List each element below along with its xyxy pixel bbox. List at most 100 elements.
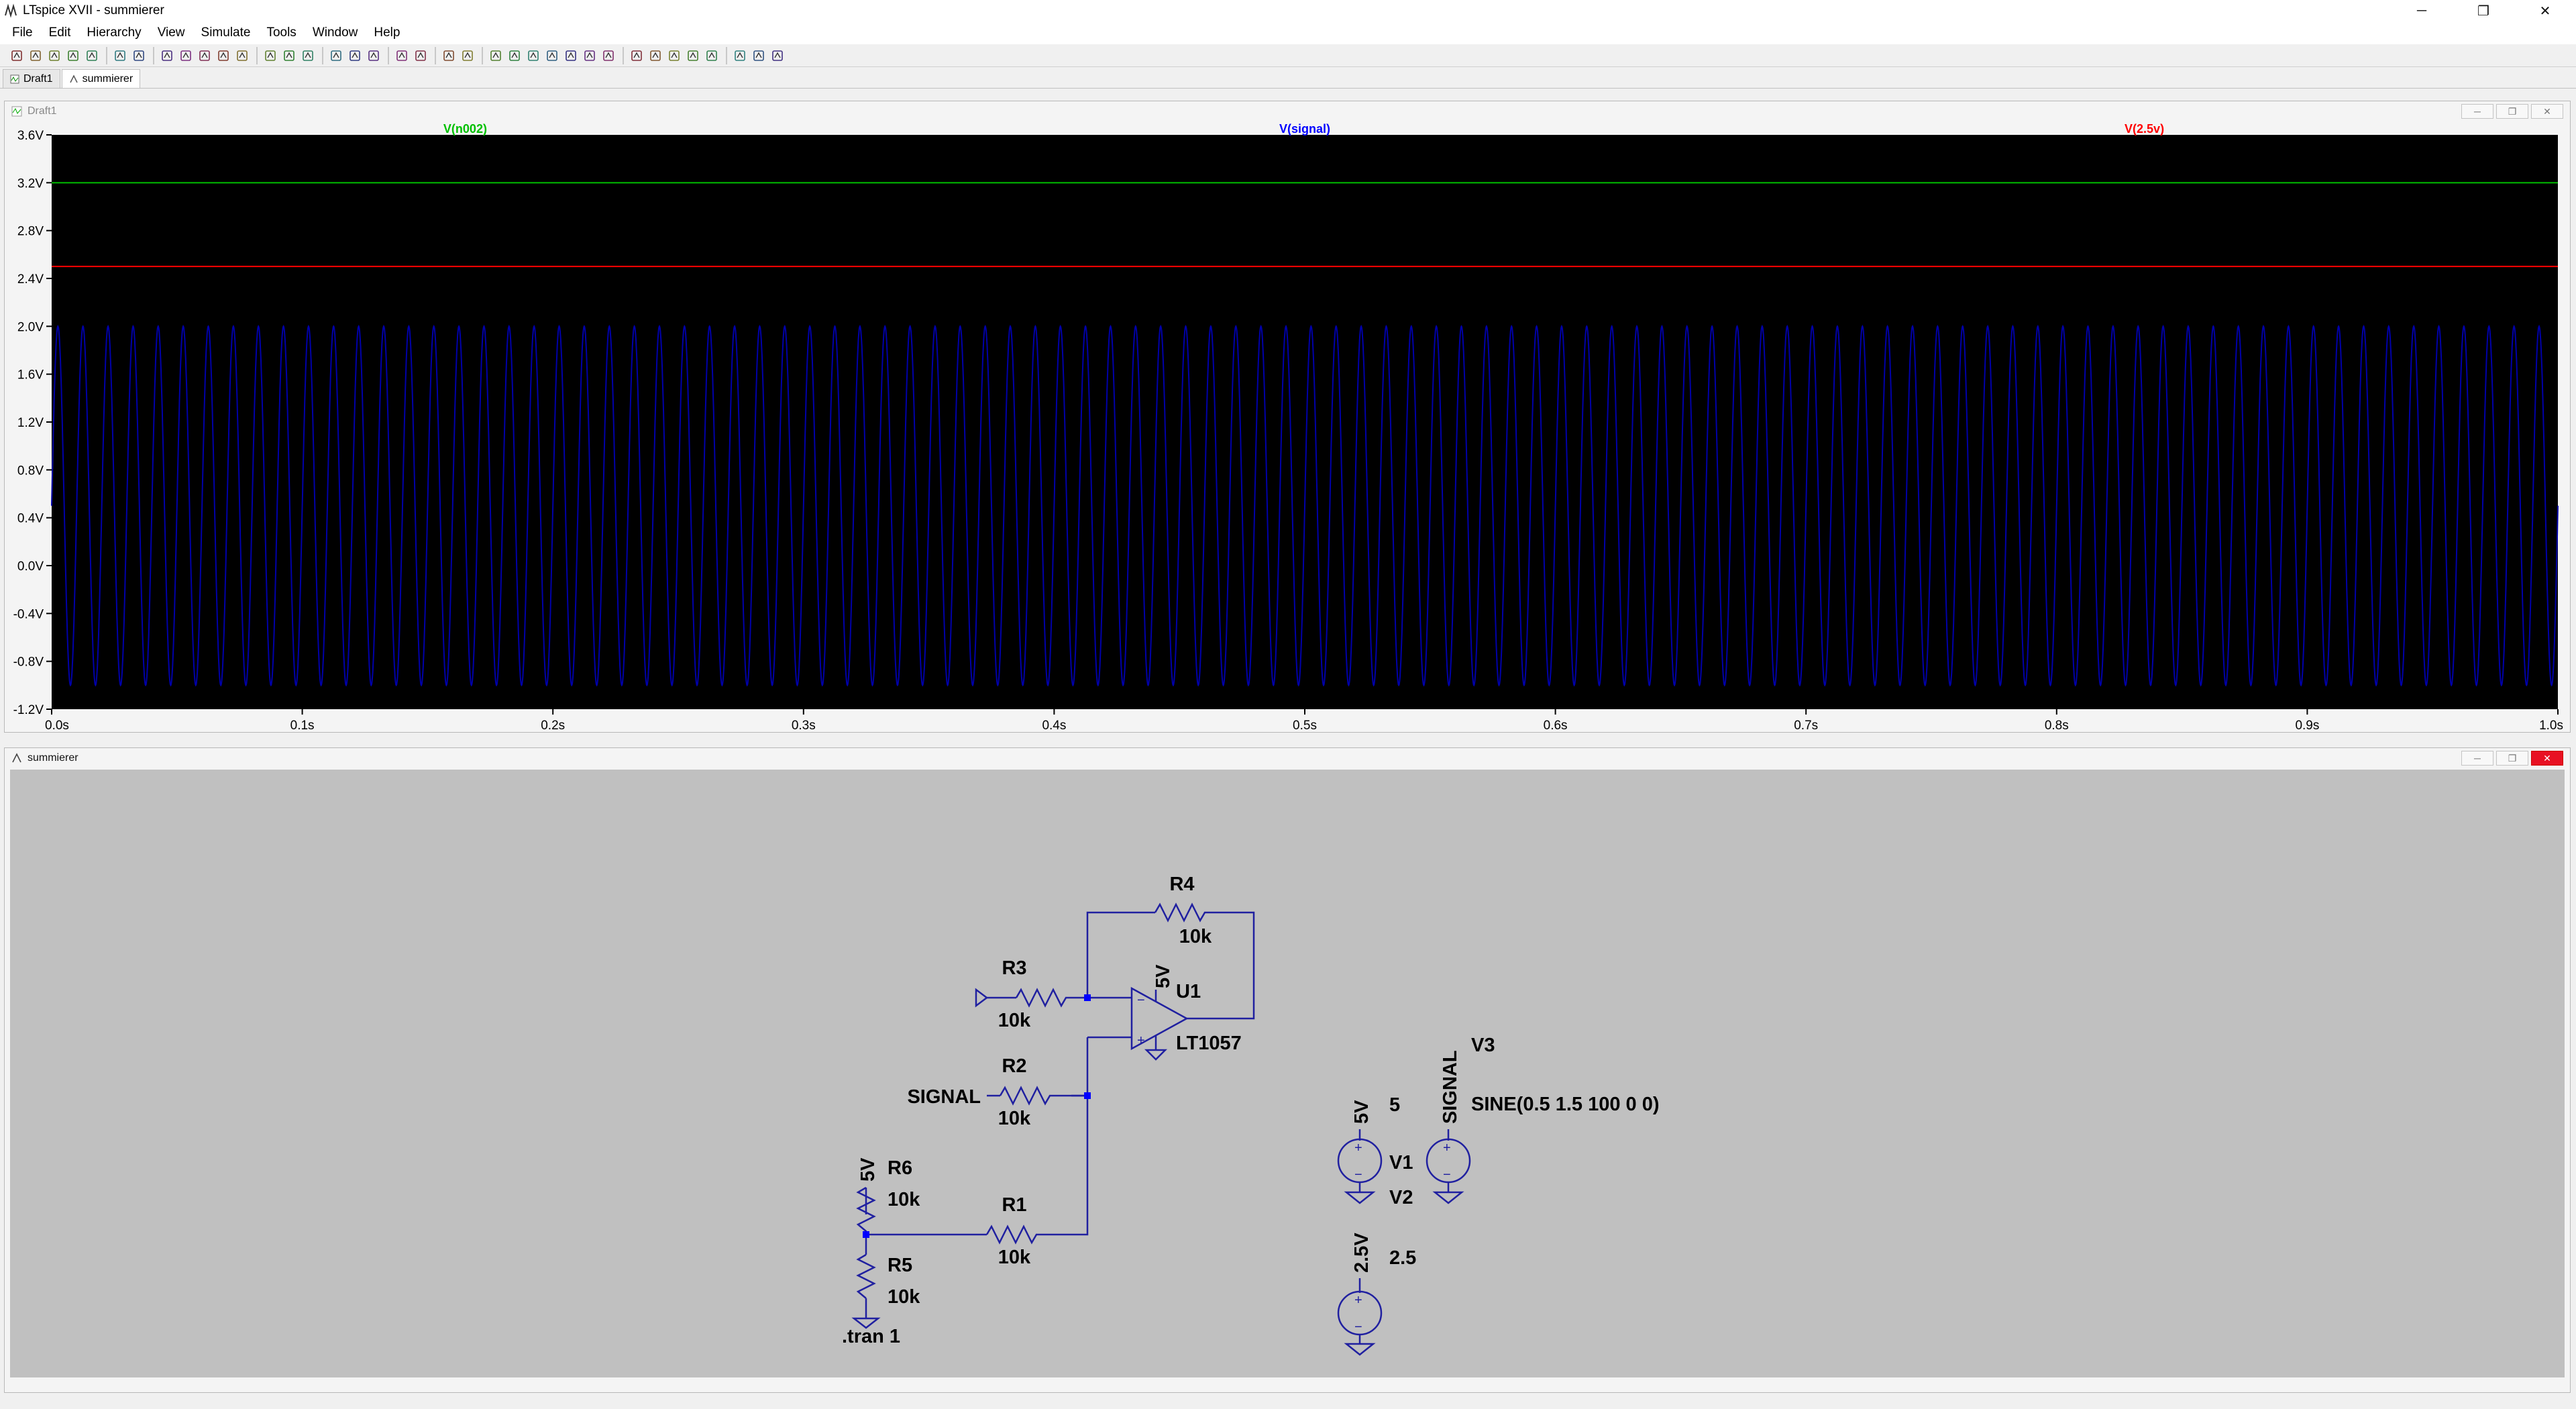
schematic-close-button[interactable]: ✕: [2531, 751, 2563, 766]
spice-directive[interactable]: .tran 1: [842, 1326, 900, 1347]
trace-label[interactable]: V(signal): [1279, 122, 1330, 136]
net-r6-supply[interactable]: 5V: [857, 1157, 879, 1182]
spice-directive-icon[interactable]: [769, 47, 786, 64]
menu-view[interactable]: View: [150, 25, 193, 40]
control-panel-icon[interactable]: [64, 47, 82, 64]
menu-file[interactable]: File: [4, 25, 41, 40]
run-icon[interactable]: [8, 47, 25, 64]
label-signal-input[interactable]: SIGNAL: [907, 1086, 981, 1108]
halt-icon[interactable]: [83, 47, 101, 64]
move-icon[interactable]: [628, 47, 645, 64]
tab-summierer[interactable]: summierer: [61, 69, 141, 88]
waveform-restore-button[interactable]: ❐: [2496, 104, 2528, 119]
schematic-background[interactable]: [10, 770, 2565, 1377]
zoom-out-icon[interactable]: [177, 47, 195, 64]
value-v3[interactable]: SINE(0.5 1.5 100 0 0): [1471, 1094, 1660, 1115]
resistor-icon[interactable]: [525, 47, 542, 64]
text-icon[interactable]: [750, 47, 767, 64]
mirror-icon[interactable]: [731, 47, 749, 64]
value-v2[interactable]: 2.5: [1389, 1247, 1416, 1269]
plot-area[interactable]: [52, 135, 2558, 709]
paste-icon[interactable]: [365, 47, 382, 64]
waveform-close-button[interactable]: ✕: [2531, 104, 2563, 119]
undo-icon[interactable]: [665, 47, 683, 64]
minimize-button[interactable]: ─: [2391, 0, 2453, 21]
menu-hierarchy[interactable]: Hierarchy: [78, 25, 149, 40]
close-button[interactable]: ✕: [2514, 0, 2576, 21]
drag-icon[interactable]: [647, 47, 664, 64]
menu-window[interactable]: Window: [305, 25, 366, 40]
restore-button[interactable]: ❐: [2453, 0, 2514, 21]
rotate-icon[interactable]: [703, 47, 720, 64]
zoom-area-icon[interactable]: [158, 47, 176, 64]
trace-label[interactable]: V(2.5v): [2125, 122, 2164, 136]
label-v1[interactable]: V1: [1389, 1152, 1413, 1173]
schematic-minimize-button[interactable]: ─: [2461, 751, 2493, 766]
trace-label[interactable]: V(n002): [443, 122, 487, 136]
y-tick-label: 1.6V: [17, 368, 44, 382]
x-tick-label: 0.5s: [1293, 719, 1317, 732]
menu-help[interactable]: Help: [366, 25, 408, 40]
menu-simulate[interactable]: Simulate: [193, 25, 259, 40]
inductor-icon[interactable]: [562, 47, 580, 64]
value-r6[interactable]: 10k: [888, 1189, 920, 1210]
save-icon[interactable]: [46, 47, 63, 64]
redo-icon[interactable]: [684, 47, 702, 64]
tab-draft1[interactable]: Draft1: [3, 69, 60, 88]
pan-icon[interactable]: [111, 47, 129, 64]
print-icon[interactable]: [412, 47, 429, 64]
diode-icon[interactable]: [581, 47, 598, 64]
waveform-minimize-button[interactable]: ─: [2461, 104, 2493, 119]
label-v2[interactable]: V2: [1389, 1187, 1413, 1208]
label-net-icon[interactable]: [506, 47, 523, 64]
zoom-in-icon[interactable]: [130, 47, 148, 64]
copy-icon[interactable]: [346, 47, 364, 64]
value-r4[interactable]: 10k: [1179, 926, 1212, 947]
net-v1[interactable]: 5V: [1351, 1100, 1373, 1124]
find-icon[interactable]: [393, 47, 411, 64]
component-icon[interactable]: [600, 47, 617, 64]
plot-settings-icon[interactable]: [233, 47, 251, 64]
schematic-canvas[interactable]: − + + − + − + − R4 10k R3 10k R2 10k SIG…: [5, 768, 2570, 1392]
x-tick-label: 0.6s: [1544, 719, 1568, 732]
label-r1[interactable]: R1: [1002, 1194, 1026, 1216]
label-r3[interactable]: R3: [1002, 957, 1026, 979]
waveform-window-titlebar[interactable]: Draft1 ─ ❐ ✕: [5, 101, 2570, 121]
print-preview-icon[interactable]: [440, 47, 458, 64]
schematic-window[interactable]: summierer ─ ❐ ✕ − + + − + − + − R4 10k R…: [4, 747, 2571, 1393]
waveform-window[interactable]: Draft1 ─ ❐ ✕ 3.6V 3.2V 2.8V 2.4V 2.0V 1.6V 1.2…: [4, 101, 2571, 733]
label-r2[interactable]: R2: [1002, 1055, 1026, 1077]
menu-edit[interactable]: Edit: [41, 25, 79, 40]
menu-tools[interactable]: Tools: [258, 25, 304, 40]
value-r5[interactable]: 10k: [888, 1286, 920, 1308]
ground-icon[interactable]: [487, 47, 504, 64]
toolbar-separator: [388, 46, 389, 64]
net-u1-supply[interactable]: 5V: [1152, 964, 1174, 988]
cut-icon[interactable]: [327, 47, 345, 64]
tile-vertical-icon[interactable]: [299, 47, 317, 64]
open-icon[interactable]: [27, 47, 44, 64]
autorange-icon[interactable]: [215, 47, 232, 64]
label-r4[interactable]: R4: [1169, 874, 1194, 895]
x-tick-label: 0.3s: [792, 719, 816, 732]
model-u1[interactable]: LT1057: [1176, 1033, 1242, 1054]
net-v2[interactable]: 2.5V: [1351, 1233, 1373, 1273]
schematic-window-titlebar[interactable]: summierer ─ ❐ ✕: [5, 748, 2570, 768]
label-u1[interactable]: U1: [1176, 981, 1201, 1002]
value-r1[interactable]: 10k: [998, 1247, 1031, 1268]
y-tick-label: 2.4V: [17, 272, 44, 286]
cascade-icon[interactable]: [280, 47, 298, 64]
value-r3[interactable]: 10k: [998, 1010, 1031, 1031]
label-r6[interactable]: R6: [888, 1157, 912, 1179]
waveform-plot[interactable]: 3.6V 3.2V 2.8V 2.4V 2.0V 1.6V 1.2V 0.8V 0.4V 0.0V…: [5, 121, 2570, 732]
label-r5[interactable]: R5: [888, 1255, 912, 1276]
value-v1-text[interactable]: 5: [1389, 1094, 1400, 1116]
schematic-restore-button[interactable]: ❐: [2496, 751, 2528, 766]
capacitor-icon[interactable]: [543, 47, 561, 64]
wire-icon[interactable]: [459, 47, 476, 64]
zoom-fit-icon[interactable]: [196, 47, 213, 64]
net-v3[interactable]: SIGNAL: [1440, 1050, 1461, 1124]
label-v3[interactable]: V3: [1471, 1035, 1495, 1056]
tile-horizontal-icon[interactable]: [262, 47, 279, 64]
value-r2[interactable]: 10k: [998, 1108, 1031, 1129]
